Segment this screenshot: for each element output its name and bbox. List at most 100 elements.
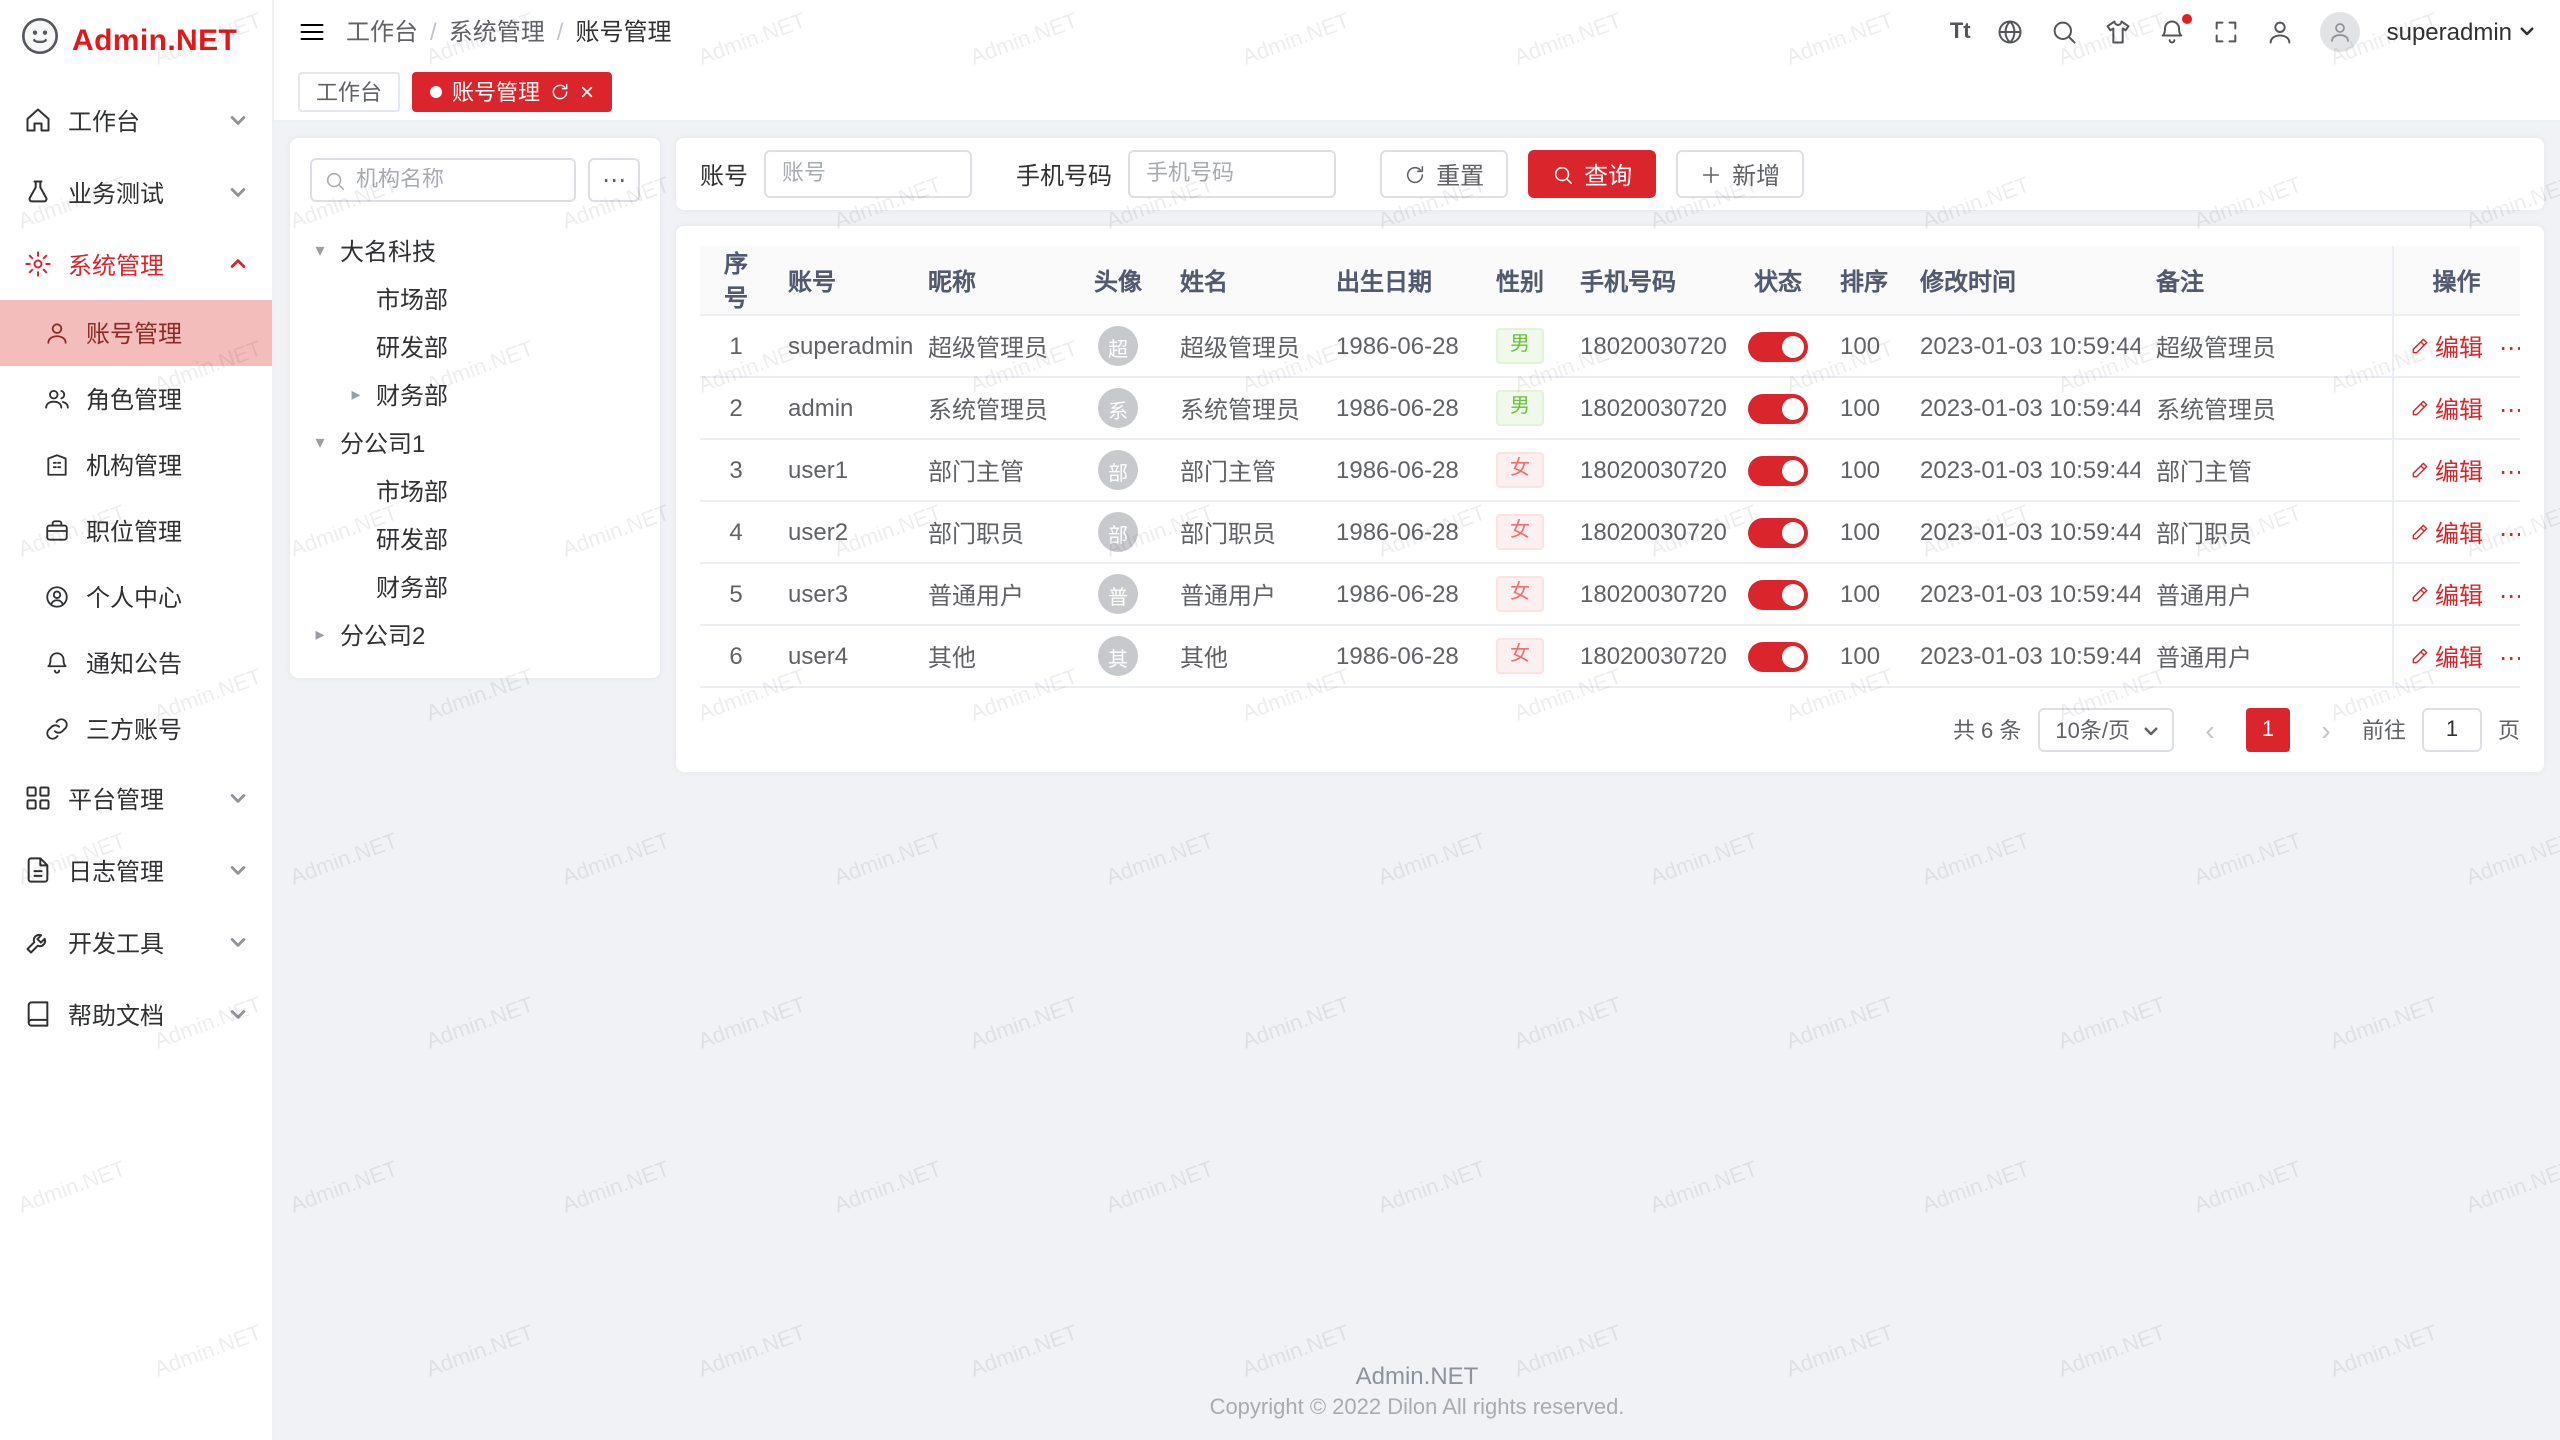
next-page-button[interactable]: › — [2306, 708, 2346, 752]
sidebar-item-business-test[interactable]: 业务测试 — [0, 156, 272, 228]
edit-button[interactable]: 编辑 — [2409, 639, 2483, 673]
tree-node-company[interactable]: ▾大名科技 — [310, 226, 640, 274]
tree-node-dept[interactable]: 市场部 — [310, 274, 640, 322]
query-button[interactable]: 查询 — [1528, 150, 1656, 198]
active-tab-dot — [430, 85, 442, 97]
footer-title: Admin.NET — [274, 1362, 2560, 1390]
cell-avatar: 普 — [1072, 563, 1164, 625]
sidebar-item-notice[interactable]: 通知公告 — [0, 630, 272, 696]
edit-button[interactable]: 编辑 — [2409, 391, 2483, 425]
status-toggle[interactable] — [1748, 641, 1808, 671]
cell-birthday: 1986-06-28 — [1320, 439, 1476, 501]
status-toggle[interactable] — [1748, 455, 1808, 485]
search-icon[interactable] — [2051, 17, 2079, 45]
org-more-button[interactable]: ⋯ — [588, 158, 640, 202]
row-more-button[interactable]: ⋯ — [2499, 334, 2520, 362]
search-icon — [324, 169, 346, 191]
tree-node-company[interactable]: ▸分公司2 — [310, 610, 640, 658]
edit-button[interactable]: 编辑 — [2409, 577, 2483, 611]
username-menu[interactable]: superadmin — [2387, 17, 2536, 45]
fullscreen-icon[interactable] — [2213, 17, 2241, 45]
avatar: 部 — [1098, 450, 1138, 490]
org-search-field[interactable] — [310, 158, 576, 202]
reset-button[interactable]: 重置 — [1380, 150, 1508, 198]
tree-node-dept[interactable]: 财务部 — [310, 562, 640, 610]
page-size-select[interactable]: 10条/页 — [2037, 708, 2174, 752]
caret-down-icon[interactable]: ▾ — [310, 239, 330, 261]
sidebar-item-account-management[interactable]: 账号管理 — [0, 300, 272, 366]
theme-icon[interactable] — [2105, 17, 2133, 45]
gender-tag: 女 — [1496, 576, 1544, 612]
hamburger-menu-icon[interactable] — [298, 17, 326, 45]
cell-nickname: 系统管理员 — [912, 377, 1072, 439]
tree-node-dept[interactable]: 研发部 — [310, 322, 640, 370]
page-root: Admin.NET 工作台 业务测试 系统管理 — [0, 0, 2560, 1440]
edit-button[interactable]: 编辑 — [2409, 515, 2483, 549]
tab-workbench[interactable]: 工作台 — [298, 71, 400, 111]
status-toggle[interactable] — [1748, 393, 1808, 423]
tree-node-dept[interactable]: 研发部 — [310, 514, 640, 562]
cell-remark: 系统管理员 — [2140, 377, 2392, 439]
add-button[interactable]: 新增 — [1676, 150, 1804, 198]
row-more-button[interactable]: ⋯ — [2499, 644, 2520, 672]
user-avatar[interactable] — [2321, 11, 2361, 51]
sidebar-item-dev-tools[interactable]: 开发工具 — [0, 906, 272, 978]
cell-status — [1732, 377, 1824, 439]
tab-account-management[interactable]: 账号管理 × — [412, 71, 612, 111]
row-more-button[interactable]: ⋯ — [2499, 582, 2520, 610]
sidebar-item-third-party-account[interactable]: 三方账号 — [0, 696, 272, 762]
refresh-icon — [1404, 163, 1426, 185]
sidebar-item-platform-management[interactable]: 平台管理 — [0, 762, 272, 834]
caret-right-icon[interactable]: ▸ — [310, 623, 330, 645]
col-header-sort: 排序 — [1824, 246, 1904, 315]
cell-no: 6 — [700, 625, 772, 687]
sidebar-item-role-management[interactable]: 角色管理 — [0, 366, 272, 432]
right-column: 账号 手机号码 重置 查询 — [676, 138, 2544, 772]
row-more-button[interactable]: ⋯ — [2499, 520, 2520, 548]
row-more-button[interactable]: ⋯ — [2499, 458, 2520, 486]
notification-bell-icon[interactable] — [2159, 17, 2187, 45]
tree-node-dept[interactable]: ▸财务部 — [310, 370, 640, 418]
cell-actions: 编辑 ⋯ — [2392, 439, 2520, 501]
tree-node-dept[interactable]: 市场部 — [310, 466, 640, 514]
sidebar-item-help-docs[interactable]: 帮助文档 — [0, 978, 272, 1050]
cell-avatar: 系 — [1072, 377, 1164, 439]
sidebar-item-workbench[interactable]: 工作台 — [0, 84, 272, 156]
cell-status — [1732, 315, 1824, 377]
prev-page-button[interactable]: ‹ — [2190, 708, 2230, 752]
page-number-button[interactable]: 1 — [2246, 708, 2290, 752]
sidebar-item-position-management[interactable]: 职位管理 — [0, 498, 272, 564]
font-size-icon[interactable]: Tt — [1950, 19, 1971, 43]
org-search-input[interactable] — [356, 168, 562, 192]
brand-name: Admin.NET — [72, 23, 237, 57]
caret-down-icon[interactable]: ▾ — [310, 431, 330, 453]
grid-icon — [24, 784, 52, 812]
tree-node-company[interactable]: ▾分公司1 — [310, 418, 640, 466]
logo[interactable]: Admin.NET — [0, 0, 272, 80]
close-icon[interactable]: × — [580, 79, 594, 103]
sidebar-item-org-management[interactable]: 机构管理 — [0, 432, 272, 498]
edit-button[interactable]: 编辑 — [2409, 329, 2483, 363]
status-toggle[interactable] — [1748, 517, 1808, 547]
breadcrumb-item[interactable]: 系统管理 — [449, 14, 545, 48]
refresh-icon[interactable] — [550, 81, 570, 101]
col-header-gender: 性别 — [1476, 246, 1564, 315]
status-toggle[interactable] — [1748, 579, 1808, 609]
table-header-row: 序号 账号 昵称 头像 姓名 出生日期 性别 手机号码 状态 排序 — [700, 246, 2520, 315]
sidebar-item-log-management[interactable]: 日志管理 — [0, 834, 272, 906]
col-header-nickname: 昵称 — [912, 246, 1072, 315]
caret-right-icon[interactable]: ▸ — [346, 383, 366, 405]
status-toggle[interactable] — [1748, 331, 1808, 361]
user-icon[interactable] — [2267, 17, 2295, 45]
gender-tag: 女 — [1496, 452, 1544, 488]
breadcrumb-item[interactable]: 工作台 — [346, 14, 418, 48]
phone-filter-input[interactable] — [1128, 150, 1336, 198]
sidebar-item-system-management[interactable]: 系统管理 — [0, 228, 272, 300]
cell-no: 5 — [700, 563, 772, 625]
row-more-button[interactable]: ⋯ — [2499, 396, 2520, 424]
edit-button[interactable]: 编辑 — [2409, 453, 2483, 487]
goto-page-input[interactable] — [2422, 708, 2482, 752]
globe-icon[interactable] — [1997, 17, 2025, 45]
account-filter-input[interactable] — [764, 150, 972, 198]
sidebar-item-personal-center[interactable]: 个人中心 — [0, 564, 272, 630]
